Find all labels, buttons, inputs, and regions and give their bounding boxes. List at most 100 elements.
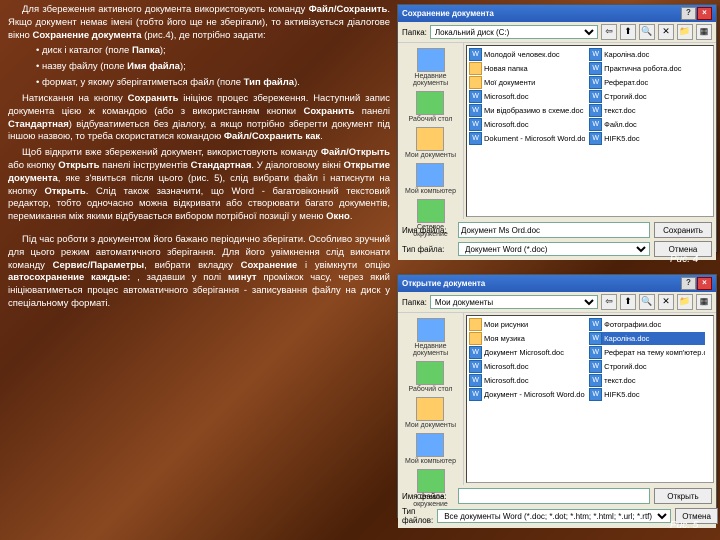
fname-label: Имя файла: xyxy=(402,492,454,501)
file-item[interactable]: WСтрогий.doc xyxy=(589,360,705,373)
instruction-text: Для збереження активного документа викор… xyxy=(8,4,390,314)
word-icon: W xyxy=(469,48,482,61)
file-item[interactable]: WDokument - Microsoft Word.doc xyxy=(469,132,585,145)
place-icon xyxy=(417,199,445,223)
sidebar-place[interactable]: Мои документы xyxy=(404,396,457,430)
sidebar-place[interactable]: Мой компьютер xyxy=(404,162,457,196)
ftype-label: Тип файлов: xyxy=(402,507,433,525)
places-sidebar: Недавние документыРабочий столМои докуме… xyxy=(398,43,464,219)
papka-label: Папка: xyxy=(402,298,427,307)
file-item[interactable]: Новая папка xyxy=(469,62,585,75)
newfolder-icon[interactable]: 📁 xyxy=(677,294,693,310)
word-icon: W xyxy=(589,388,602,401)
open-dialog: Открытие документа ?× Папка: Мои докумен… xyxy=(397,274,717,518)
close-icon[interactable]: × xyxy=(697,7,712,20)
file-item[interactable]: WФайл.doc xyxy=(589,118,705,131)
word-icon: W xyxy=(469,90,482,103)
up-icon[interactable]: ⬆ xyxy=(620,294,636,310)
word-icon: W xyxy=(469,360,482,373)
word-icon: W xyxy=(469,388,482,401)
place-icon xyxy=(416,127,444,151)
word-icon: W xyxy=(589,104,602,117)
word-icon: W xyxy=(469,132,482,145)
filetype-select[interactable]: Документ Word (*.doc) xyxy=(458,242,650,256)
file-item[interactable]: WMicrosoft.doc xyxy=(469,118,585,131)
file-item[interactable]: WФотографии.doc xyxy=(589,318,705,331)
back-icon[interactable]: ⇦ xyxy=(601,294,617,310)
file-item[interactable]: WДокумент - Microsoft Word.doc xyxy=(469,388,585,401)
views-icon[interactable]: ▦ xyxy=(696,24,712,40)
sidebar-place[interactable]: Мой компьютер xyxy=(404,432,457,466)
file-item[interactable]: WМи відобразимо в схеме.doc xyxy=(469,104,585,117)
place-icon xyxy=(416,433,444,457)
file-item[interactable]: WMicrosoft.doc xyxy=(469,374,585,387)
search-icon[interactable]: 🔍 xyxy=(639,294,655,310)
fname-label: Имя файла: xyxy=(402,226,454,235)
file-item[interactable]: WMicrosoft.doc xyxy=(469,90,585,103)
word-icon: W xyxy=(589,48,602,61)
word-icon: W xyxy=(589,332,602,345)
file-item[interactable]: WСтрогий.doc xyxy=(589,90,705,103)
figure-caption-4: Рис. 4 xyxy=(670,254,698,265)
file-item[interactable]: WMicrosoft.doc xyxy=(469,360,585,373)
file-item[interactable]: WПрактична робота.doc xyxy=(589,62,705,75)
word-icon: W xyxy=(589,360,602,373)
newfolder-icon[interactable]: 📁 xyxy=(677,24,693,40)
sidebar-place[interactable]: Мои документы xyxy=(404,126,457,160)
title: Сохранение документа xyxy=(402,9,494,18)
file-item[interactable]: WКароліна.doc xyxy=(589,48,705,61)
folder-icon xyxy=(469,332,482,345)
delete-icon[interactable]: ✕ xyxy=(658,24,674,40)
folder-icon xyxy=(469,318,482,331)
word-icon: W xyxy=(589,118,602,131)
word-icon: W xyxy=(589,374,602,387)
folder-icon xyxy=(469,62,482,75)
titlebar[interactable]: Открытие документа ?× xyxy=(398,275,716,292)
place-icon xyxy=(416,361,444,385)
folder-select[interactable]: Локальний диск (C:) xyxy=(430,25,598,39)
open-button[interactable]: Открыть xyxy=(654,488,712,504)
filename-input[interactable] xyxy=(458,222,650,238)
ftype-label: Тип файла: xyxy=(402,245,454,254)
sidebar-place[interactable]: Рабочий стол xyxy=(408,90,454,124)
place-icon xyxy=(417,318,445,342)
word-icon: W xyxy=(589,318,602,331)
file-item[interactable]: WРеферат на тему комп'ютер.doc xyxy=(589,346,705,359)
search-icon[interactable]: 🔍 xyxy=(639,24,655,40)
word-icon: W xyxy=(589,132,602,145)
back-icon[interactable]: ⇦ xyxy=(601,24,617,40)
word-icon: W xyxy=(469,346,482,359)
file-item[interactable]: WКароліна.doc xyxy=(589,332,705,345)
file-list[interactable]: WМолодой человек.doc WКароліна.doc Новая п… xyxy=(466,45,714,217)
sidebar-place[interactable]: Недавние документы xyxy=(398,47,463,88)
file-item[interactable]: Мои рисунки xyxy=(469,318,585,331)
file-item[interactable]: WHIFK5.doc xyxy=(589,132,705,145)
help-icon[interactable]: ? xyxy=(681,277,696,290)
file-item[interactable]: WМолодой человек.doc xyxy=(469,48,585,61)
file-item[interactable]: Мої документи xyxy=(469,76,585,89)
title: Открытие документа xyxy=(402,279,485,288)
sidebar-place[interactable]: Рабочий стол xyxy=(408,360,454,394)
file-item[interactable]: WДокумент Microsoft.doc xyxy=(469,346,585,359)
delete-icon[interactable]: ✕ xyxy=(658,294,674,310)
place-icon xyxy=(416,397,444,421)
file-list[interactable]: Мои рисунки WФотографии.doc Моя музика WКар… xyxy=(466,315,714,483)
word-icon: W xyxy=(589,346,602,359)
titlebar[interactable]: Сохранение документа ?× xyxy=(398,5,716,22)
file-item[interactable]: WHIFK5.doc xyxy=(589,388,705,401)
word-icon: W xyxy=(469,104,482,117)
save-button[interactable]: Сохранить xyxy=(654,222,712,238)
filename-input[interactable] xyxy=(458,488,650,504)
help-icon[interactable]: ? xyxy=(681,7,696,20)
save-dialog: Сохранение документа ?× Папка: Локальний… xyxy=(397,4,717,252)
folder-select[interactable]: Мои документы xyxy=(430,295,598,309)
sidebar-place[interactable]: Недавние документы xyxy=(398,317,463,358)
up-icon[interactable]: ⬆ xyxy=(620,24,636,40)
close-icon[interactable]: × xyxy=(697,277,712,290)
file-item[interactable]: Wтекст.doc xyxy=(589,374,705,387)
views-icon[interactable]: ▦ xyxy=(696,294,712,310)
file-item[interactable]: Wтекст.doc xyxy=(589,104,705,117)
file-item[interactable]: Моя музика xyxy=(469,332,585,345)
filetype-select[interactable]: Все документы Word (*.doc; *.dot; *.htm;… xyxy=(437,509,671,523)
file-item[interactable]: WРеферат.doc xyxy=(589,76,705,89)
